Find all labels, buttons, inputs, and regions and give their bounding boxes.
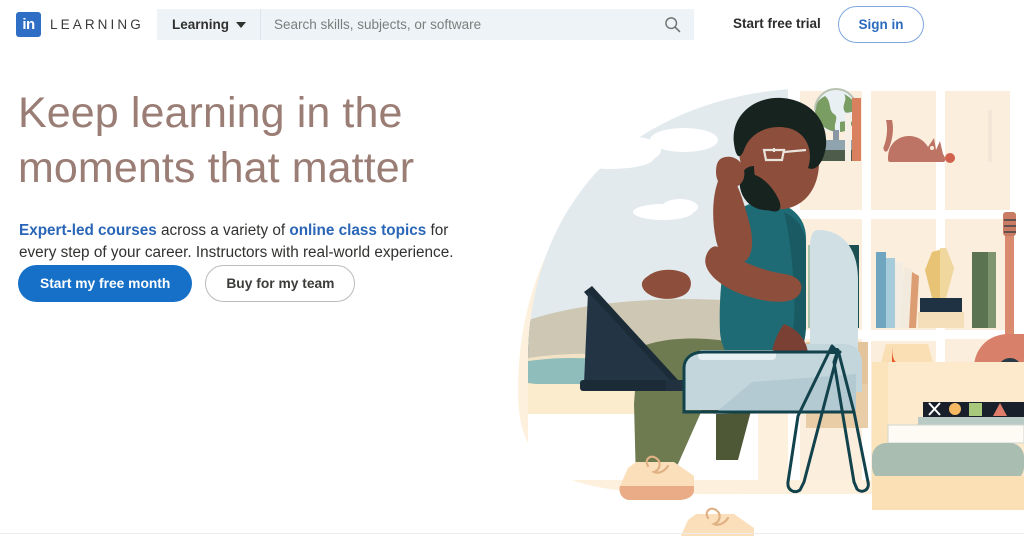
learning-scope-dropdown[interactable]: Learning [157, 9, 262, 40]
expert-led-courses-link[interactable]: Expert-led courses [19, 222, 157, 239]
search-submit-button[interactable] [650, 9, 694, 40]
hero-cta-group: Start my free month Buy for my team [18, 265, 356, 302]
hero-headline: Keep learning in the moments that matter [18, 86, 488, 196]
chevron-down-icon [236, 21, 247, 28]
book-spine [972, 252, 988, 328]
logo-wordmark: LEARNING [50, 17, 144, 32]
hero-headline-line-1: Keep learning in the [18, 89, 403, 137]
search-input[interactable] [261, 16, 650, 33]
book-spine [845, 114, 851, 161]
sign-in-button[interactable]: Sign in [838, 6, 924, 43]
page-bottom-divider [0, 533, 1024, 534]
hero-headline-line-2: moments that matter [18, 144, 415, 192]
logo-linkedin-learning[interactable]: in LEARNING [16, 12, 144, 37]
book-spine [852, 98, 861, 161]
start-my-free-month-button[interactable]: Start my free month [18, 265, 193, 302]
linkedin-logo-icon: in [16, 12, 41, 37]
online-class-topics-link[interactable]: online class topics [289, 222, 426, 239]
site-header: in LEARNING Learning Start free trial Si… [0, 0, 1024, 49]
book-spine [988, 252, 996, 328]
low-cabinet-with-books [872, 362, 1024, 510]
linkedin-learning-homepage: in LEARNING Learning Start free trial Si… [0, 0, 1024, 536]
person-learning-on-laptop-illustration [518, 84, 1024, 536]
ball-toy [945, 153, 955, 163]
buy-for-my-team-button[interactable]: Buy for my team [205, 265, 356, 302]
hero-subtitle: Expert-led courses across a variety of o… [19, 220, 489, 264]
hero-subtitle-text-1: across a variety of [156, 222, 290, 240]
learning-scope-label: Learning [172, 17, 230, 32]
start-free-trial-link[interactable]: Start free trial [733, 16, 821, 31]
search-icon [664, 17, 680, 33]
search-bar: Learning [157, 9, 694, 40]
